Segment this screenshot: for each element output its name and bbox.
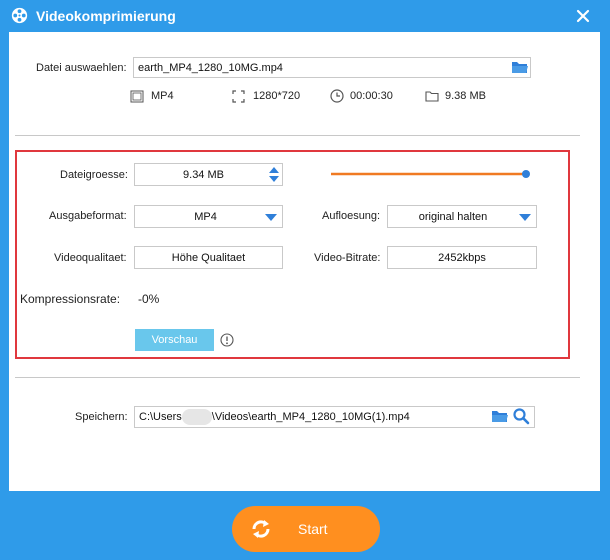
compression-label: Kompressionsrate: — [20, 292, 121, 306]
save-path-suffix: \Videos\earth_MP4_1280_10MG(1).mp4 — [211, 411, 410, 423]
film-icon — [130, 90, 144, 103]
refresh-icon — [252, 520, 270, 538]
source-file-label: Datei auswaehlen: — [36, 62, 127, 74]
slider-handle[interactable] — [522, 170, 530, 178]
save-label: Speichern: — [75, 411, 128, 423]
stepper-arrows-icon[interactable] — [268, 165, 280, 184]
bitrate-label: Video-Bitrate: — [314, 252, 381, 264]
preview-button[interactable]: Vorschau — [135, 329, 214, 351]
chevron-down-icon — [519, 214, 531, 221]
close-icon[interactable] — [572, 5, 594, 27]
resolution-label: Aufloesung: — [322, 210, 381, 222]
source-file-field[interactable]: earth_MP4_1280_10MG.mp4 — [133, 57, 531, 78]
clock-icon — [330, 89, 344, 103]
resolution-value: original halten — [418, 210, 488, 223]
filesize-value: 9.34 MB — [183, 168, 224, 181]
chevron-down-icon — [265, 214, 277, 221]
search-icon[interactable] — [512, 407, 530, 425]
bitrate-value: 2452kbps — [438, 251, 486, 264]
info-duration: 00:00:30 — [350, 90, 393, 102]
start-button[interactable]: Start — [232, 506, 380, 552]
info-resolution: 1280*720 — [253, 90, 301, 102]
film-reel-icon — [11, 7, 28, 24]
info-size: 9.38 MB — [445, 90, 486, 102]
divider — [15, 135, 580, 136]
compression-value: -0% — [138, 292, 160, 306]
title-bar: Videokomprimierung — [0, 0, 610, 32]
resolution-select[interactable]: original halten — [387, 205, 537, 228]
quality-value: Höhe Qualitaet — [171, 251, 246, 264]
start-label: Start — [298, 521, 328, 537]
format-value: MP4 — [194, 210, 217, 223]
folder-open-icon[interactable] — [491, 408, 509, 424]
folder-open-icon[interactable] — [511, 59, 529, 75]
divider — [15, 377, 580, 378]
save-path-field[interactable]: C:\Users \Videos\earth_MP4_1280_10MG(1).… — [134, 406, 535, 428]
format-select[interactable]: MP4 — [134, 205, 283, 228]
format-label: Ausgabeformat: — [49, 210, 127, 222]
filesize-stepper[interactable]: 9.34 MB — [134, 163, 283, 186]
info-format: MP4 — [151, 90, 174, 102]
window-title: Videokomprimierung — [36, 8, 176, 24]
main-panel: Datei auswaehlen: earth_MP4_1280_10MG.mp… — [9, 32, 600, 491]
quality-label: Videoqualitaet: — [54, 252, 127, 264]
source-file-value: earth_MP4_1280_10MG.mp4 — [138, 61, 283, 74]
save-path-prefix: C:\Users — [139, 411, 182, 423]
filesize-slider[interactable] — [329, 166, 534, 182]
info-icon[interactable] — [220, 333, 234, 347]
quality-field[interactable]: Höhe Qualitaet — [134, 246, 283, 269]
resolution-icon — [232, 90, 245, 103]
bitrate-field[interactable]: 2452kbps — [387, 246, 537, 269]
folder-icon — [425, 91, 439, 102]
redacted-username — [181, 409, 212, 425]
filesize-label: Dateigroesse: — [60, 169, 128, 181]
